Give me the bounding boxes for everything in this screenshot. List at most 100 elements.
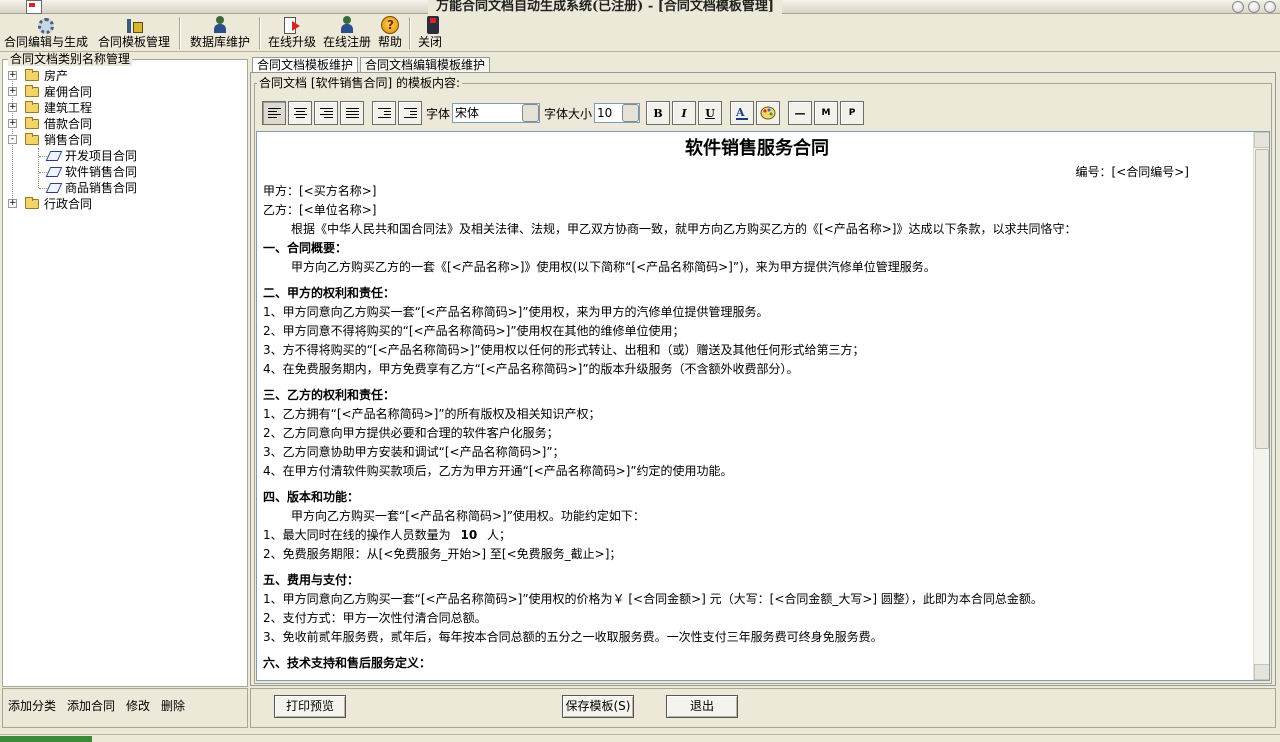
toolbar-online-register-button[interactable]: 在线注册 [320, 15, 374, 51]
expand-icon[interactable]: + [8, 87, 17, 96]
contract-doc-icon [45, 151, 63, 161]
delete-button[interactable]: 删除 [161, 697, 185, 727]
align-center-button[interactable] [288, 101, 312, 125]
toolbar-template-manage-button[interactable]: 合同模板管理 [92, 15, 176, 51]
font-size-label: 字体大小 [544, 106, 593, 121]
increase-indent-button[interactable] [398, 101, 422, 125]
scroll-down-icon[interactable] [1254, 664, 1269, 680]
expand-icon[interactable]: + [8, 199, 17, 208]
toolbar-close-button[interactable]: 关闭 [414, 15, 446, 51]
justify-button[interactable] [340, 101, 364, 125]
template-editor[interactable]: 软件销售服务合同 编号：[<合同编号>] 甲方：[<买方名称>] 乙方：[<单位… [256, 131, 1270, 681]
section-title: 四、版本和功能： [263, 490, 360, 504]
clause-suffix: 人； [487, 528, 512, 542]
tree-item-jiekuan[interactable]: + 借款合同 [3, 116, 247, 132]
tree-item-fangchan[interactable]: + 房产 [3, 68, 247, 84]
tree-item-xiaoshou[interactable]: - 销售合同 [3, 132, 247, 148]
clause-line: 2、乙方同意向甲方提供必要和合理的软件客户化服务； [263, 426, 559, 440]
toolbar-separator [179, 17, 181, 49]
collapse-icon[interactable]: - [8, 135, 17, 144]
section-title: 五、费用与支付： [263, 573, 360, 587]
status-bar [0, 734, 1280, 742]
decrease-indent-button[interactable] [372, 101, 396, 125]
clause-line: 3、方不得将购买的“[<产品名称简码>]”使用权以任何的形式转让、出租和（或）赠… [263, 343, 865, 357]
expand-icon[interactable]: + [8, 119, 17, 128]
title-bar: 万能合同文档自动生成系统(已注册) - [合同文档模板管理] [0, 0, 1280, 14]
font-size-select[interactable]: 10 [594, 103, 641, 123]
toolbar-separator [409, 17, 411, 49]
background-color-button[interactable] [756, 101, 781, 125]
bold-button[interactable]: B [646, 101, 671, 125]
toolbar-database-button[interactable]: 数据库维护 [184, 15, 256, 51]
folder-icon [25, 117, 39, 129]
align-right-button[interactable] [314, 101, 338, 125]
help-icon [381, 16, 399, 34]
category-actions: 添加分类 添加合同 修改 删除 [2, 688, 248, 728]
toolbar-online-upgrade-button[interactable]: 在线升级 [264, 15, 320, 51]
party-a: 甲方：[<买方名称>] [263, 184, 377, 198]
close-icon [427, 16, 439, 34]
status-indicator [0, 736, 92, 742]
section-title: 三、乙方的权利和责任： [263, 388, 396, 402]
section-paragraph: 甲方向乙方购买乙方的一套《[<产品名称>]》使用权(以下简称“[<产品名称简码>… [291, 260, 936, 274]
clause-line: 4、在免费服务期内，甲方免费享有乙方“[<产品名称简码>]”的版本升级服务（不含… [263, 362, 799, 376]
tree-item-label: 行政合同 [44, 197, 93, 211]
folder-icon [25, 197, 39, 209]
main-toolbar: 合同编辑与生成 合同模板管理 数据库维护 在线升级 在线注册 帮助 关闭 [0, 15, 1280, 52]
editor-scrollbar[interactable] [1253, 132, 1269, 680]
section-title: 一、合同概要： [263, 241, 348, 255]
scroll-up-icon[interactable] [1254, 132, 1269, 148]
maximize-button[interactable] [1248, 1, 1260, 13]
toolbar-contract-edit-button[interactable]: 合同编辑与生成 [0, 15, 92, 51]
align-center-icon [293, 107, 307, 119]
window-controls [1232, 1, 1276, 13]
tree-item-kaifa[interactable]: 开发项目合同 [3, 148, 247, 164]
tree-item-label: 软件销售合同 [65, 165, 138, 179]
font-size-dropdown-icon[interactable] [622, 104, 640, 122]
folder-icon [25, 101, 39, 113]
tab-strip: 合同文档模板维护 合同文档编辑模板维护 [252, 57, 492, 73]
m-button[interactable]: M [814, 101, 839, 125]
horizontal-line-button[interactable]: — [788, 101, 813, 125]
expand-icon[interactable]: + [8, 103, 17, 112]
tree-item-label: 销售合同 [44, 133, 93, 147]
save-template-button[interactable]: 保存模板(S) [562, 695, 634, 718]
tree-item-xingzheng[interactable]: + 行政合同 [3, 196, 247, 212]
clause-line: 1、最大同时在线的操作人员数量为 10 人； [263, 526, 1251, 545]
p-button[interactable]: P [840, 101, 865, 125]
minimize-button[interactable] [1232, 1, 1244, 13]
tree-connector [39, 156, 47, 157]
tree-item-label: 商品销售合同 [65, 181, 138, 195]
align-left-button[interactable] [262, 101, 286, 125]
clause-prefix: 1、最大同时在线的操作人员数量为 [263, 528, 451, 542]
scroll-thumb[interactable] [1255, 149, 1269, 449]
add-contract-button[interactable]: 添加合同 [67, 697, 115, 727]
toolbar-help-button[interactable]: 帮助 [374, 15, 406, 51]
font-color-button[interactable]: A [730, 101, 755, 125]
justify-icon [345, 107, 359, 119]
print-preview-button[interactable]: 打印预览 [274, 695, 346, 718]
tree-item-jianzhu[interactable]: + 建筑工程 [3, 100, 247, 116]
tree-item-ruanjian[interactable]: 软件销售合同 [3, 164, 247, 180]
edit-button[interactable]: 修改 [126, 697, 150, 727]
tree-item-label: 借款合同 [44, 117, 93, 131]
tab-edit-template-maintenance[interactable]: 合同文档编辑模板维护 [360, 57, 491, 73]
section-paragraph: 甲方向乙方购买一套“[<产品名称简码>]”使用权。功能约定如下： [291, 509, 645, 523]
font-size-value: 10 [597, 106, 613, 120]
font-dropdown-icon[interactable] [522, 104, 540, 122]
add-category-button[interactable]: 添加分类 [8, 697, 56, 727]
app-icon[interactable] [26, 0, 42, 14]
tab-template-maintenance[interactable]: 合同文档模板维护 [252, 57, 359, 73]
section-title: 六、技术支持和售后服务定义： [263, 656, 432, 670]
tree-item-guyong[interactable]: + 雇佣合同 [3, 84, 247, 100]
expand-icon[interactable]: + [8, 71, 17, 80]
underline-button[interactable]: U [698, 101, 723, 125]
palette-icon [760, 106, 776, 120]
tree-item-shangpin[interactable]: 商品销售合同 [3, 180, 247, 196]
exit-button[interactable]: 退出 [666, 695, 738, 718]
italic-button[interactable]: I [672, 101, 697, 125]
font-select[interactable]: 宋体 [452, 103, 541, 123]
clause-line: 1、甲方同意向乙方购买一套“[<产品名称简码>]”使用权的价格为￥ [<合同金额… [263, 592, 1043, 606]
close-window-button[interactable] [1264, 1, 1276, 13]
open-folder-icon [25, 133, 39, 145]
